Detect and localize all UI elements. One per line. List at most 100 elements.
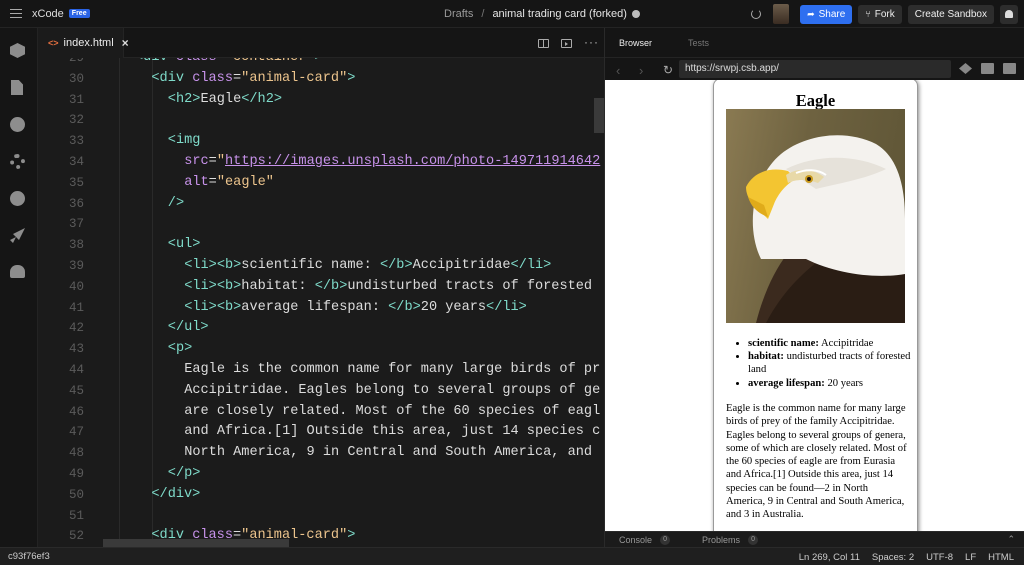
code-line[interactable]: 47 and Africa.[1] Outside this area, just… [38,422,604,443]
chevron-up-icon[interactable]: ⌃ [1007,534,1015,545]
deploy-rocket-icon[interactable] [10,228,25,243]
code-line[interactable]: 49 </p> [38,464,604,485]
line-number: 34 [68,155,84,169]
indentation[interactable]: Spaces: 2 [872,552,914,563]
code-line[interactable]: 33 <img [38,131,604,152]
search-icon[interactable] [10,117,25,132]
code-line[interactable]: 37 [38,214,604,235]
eagle-image [726,109,905,323]
code-text: <div class="container"> [135,58,323,69]
problems-count-badge: 0 [748,534,759,545]
share-button[interactable]: ➦ Share [800,4,853,24]
code-line[interactable]: 43 <p> [38,339,604,360]
line-number: 32 [68,113,84,128]
refresh-icon[interactable] [751,9,762,19]
line-number: 46 [68,404,84,419]
code-line[interactable]: 42 </ul> [38,318,604,339]
code-area[interactable]: 29 <div class="container"> 30 <div class="a… [38,58,604,547]
tab-problems[interactable]: Problems 0 [702,534,759,545]
code-line[interactable]: 30 <div class="animal-card"> [38,69,604,90]
line-number: 36 [68,196,84,211]
hamburger-menu-icon[interactable] [10,9,22,18]
code-text: </ul> [167,320,209,336]
share-label: Share [818,8,846,20]
code-line[interactable]: 34 src="https://images.unsplash.com/photo… [38,152,604,173]
code-text: <img [167,133,201,149]
forward-arrow-icon[interactable]: › [639,63,651,78]
notifications-button[interactable] [1000,4,1018,24]
tab-index-html[interactable]: <> index.html × [38,28,129,58]
commit-hash[interactable]: c93f76ef3 [8,551,50,562]
facts-list: scientific name: Accipitridae habitat: u… [726,337,911,390]
top-actions: ➦ Share ⑂ Fork Create Sandbox [751,0,1024,28]
line-number: 33 [68,134,84,149]
avatar[interactable] [773,4,790,24]
fact-value: 20 years [827,377,864,389]
tab-browser[interactable]: Browser [619,38,652,48]
code-text: /> [167,195,185,211]
fact-item: scientific name: Accipitridae [748,337,911,350]
line-number: 43 [68,342,84,357]
tab-console[interactable]: Console 0 [619,534,671,545]
encoding[interactable]: UTF-8 [926,552,953,563]
code-line[interactable]: 35 alt="eagle" [38,173,604,194]
line-number: 45 [68,383,84,398]
line-number: 50 [68,487,84,502]
fork-button[interactable]: ⑂ Fork [858,4,902,24]
code-line[interactable]: 31 <h2>Eagle</h2> [38,90,604,111]
code-line[interactable]: 40 <li><b>habitat: </b>undisturbed tracts… [38,277,604,298]
fact-item: habitat: undisturbed tracts of forested … [748,350,911,376]
code-line[interactable]: 32 [38,110,604,131]
code-text: are closely related. Most of the 60 spec… [184,403,601,419]
code-line[interactable]: 46 are closely related. Most of the 60 sp… [38,402,604,423]
code-text: <div class="animal-card"> [151,70,356,86]
code-line[interactable]: 39 <li><b>scientific name: </b>Accipitrid… [38,256,604,277]
code-text: <ul> [167,237,201,253]
code-text: </p> [167,466,201,481]
line-number: 29 [68,58,84,65]
gear-icon[interactable] [10,154,25,169]
responsive-view-icon[interactable] [981,63,994,74]
sandbox-title[interactable]: animal trading card (forked) [492,8,627,20]
sandbox-info-icon[interactable] [10,43,25,58]
back-arrow-icon[interactable]: ‹ [616,63,628,78]
line-number: 30 [68,71,84,86]
devtools-icon[interactable] [959,63,972,74]
open-new-window-icon[interactable] [1003,63,1016,74]
open-preview-icon[interactable] [561,38,572,48]
tab-tests[interactable]: Tests [688,38,709,48]
code-line[interactable]: 48 North America, 9 in Central and South … [38,443,604,464]
code-line[interactable]: 36 /> [38,194,604,215]
line-number: 52 [68,529,84,544]
live-users-icon[interactable] [10,265,25,278]
code-line[interactable]: 51 [38,506,604,527]
line-endings[interactable]: LF [965,552,976,563]
line-number: 37 [68,217,84,232]
code-text: <li><b>habitat: </b>undisturbed tracts o… [184,278,593,294]
code-line[interactable]: 45 Accipitridae. Eagles belong to several… [38,381,604,402]
status-bar: c93f76ef3 Ln 269, Col 11 Spaces: 2 UTF-8… [0,547,1024,565]
split-editor-icon[interactable] [538,38,549,48]
cursor-position[interactable]: Ln 269, Col 11 [799,552,860,563]
vertical-scrollbar[interactable] [594,98,604,133]
preview-tabs: Browser Tests [605,28,1024,58]
reload-icon[interactable]: ↻ [663,63,673,77]
explorer-icon[interactable] [11,80,23,95]
breadcrumb-drafts[interactable]: Drafts [444,8,473,20]
more-options-icon[interactable]: ··· [584,36,598,48]
code-line[interactable]: 38 <ul> [38,235,604,256]
globe-icon[interactable] [631,10,640,18]
code-line[interactable]: 50 </div> [38,485,604,506]
code-editor: <> index.html × ··· 29 <div class="contai… [38,28,604,547]
code-line[interactable]: 44 Eagle is the common name for many larg… [38,360,604,381]
code-line[interactable]: 29 <div class="container"> [38,58,604,69]
language-mode[interactable]: HTML [988,552,1014,563]
create-sandbox-button[interactable]: Create Sandbox [907,4,994,24]
editor-tab-bar: <> index.html × ··· [38,28,604,58]
url-input[interactable]: https://srwpj.csb.app/ [679,60,951,78]
line-number: 42 [68,321,84,336]
code-line[interactable]: 41 <li><b>average lifespan: </b>20 years<… [38,298,604,319]
close-icon[interactable]: × [122,36,129,50]
horizontal-scrollbar[interactable] [103,539,289,547]
github-icon[interactable] [10,191,25,206]
